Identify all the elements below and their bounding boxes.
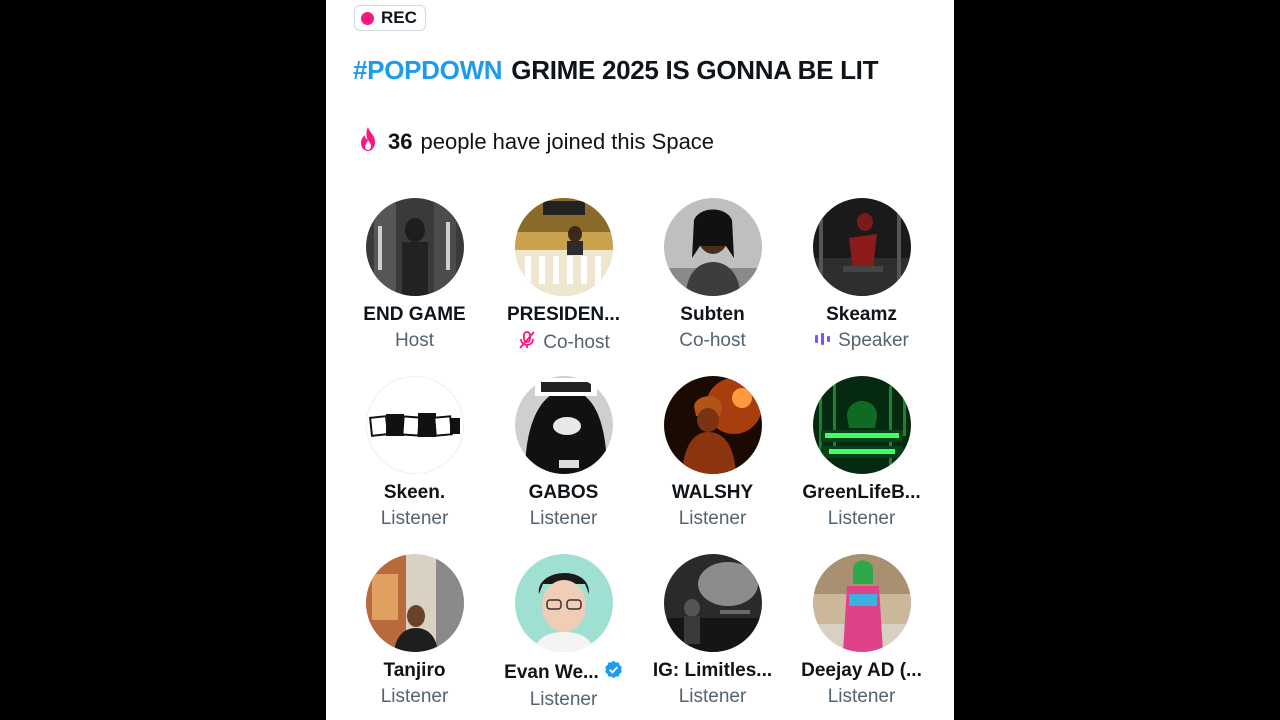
avatar[interactable] bbox=[365, 376, 464, 474]
participant-role: Listener bbox=[380, 686, 449, 707]
participant-card[interactable]: Skeamz Speaker bbox=[787, 198, 936, 352]
participant-name: Deejay AD (... bbox=[801, 660, 922, 681]
recording-badge: REC bbox=[354, 5, 426, 31]
participant-role: Speaker bbox=[787, 330, 936, 352]
avatar[interactable] bbox=[365, 554, 464, 652]
participant-role: Co-host bbox=[679, 330, 746, 351]
participant-role: Listener bbox=[827, 508, 896, 529]
participant-role: Listener bbox=[827, 686, 896, 707]
participant-name: Subten bbox=[680, 304, 745, 325]
participant-card[interactable]: Deejay AD (... Listener bbox=[787, 554, 936, 708]
participant-card[interactable]: Tanjiro Listener bbox=[340, 554, 489, 708]
participant-card[interactable]: Evan We... Listener bbox=[489, 554, 638, 711]
avatar[interactable] bbox=[812, 198, 911, 296]
avatar[interactable] bbox=[812, 376, 911, 474]
participant-role: Listener bbox=[678, 686, 747, 707]
speaking-bars-icon bbox=[814, 330, 832, 352]
avatar[interactable] bbox=[365, 198, 464, 296]
participant-card[interactable]: IG: Limitles... Listener bbox=[638, 554, 787, 708]
participant-card[interactable]: GABOS Listener bbox=[489, 376, 638, 530]
participant-name: Skeamz bbox=[826, 304, 897, 325]
joined-text: people have joined this Space bbox=[420, 129, 715, 154]
participant-card[interactable]: GreenLifeB... Listener bbox=[787, 376, 936, 530]
participant-card[interactable]: Subten Co-host bbox=[638, 198, 787, 352]
participant-name: Tanjiro bbox=[383, 660, 446, 681]
participant-role: Listener bbox=[529, 508, 598, 529]
participant-name: Skeen. bbox=[383, 482, 446, 503]
participant-card[interactable]: Skeen. Listener bbox=[340, 376, 489, 530]
hashtag-link[interactable]: #POPDOWN bbox=[353, 55, 503, 85]
participant-name: WALSHY bbox=[671, 482, 754, 503]
avatar[interactable] bbox=[663, 554, 762, 652]
participant-name: Evan We... bbox=[489, 660, 638, 685]
participant-card[interactable]: END GAME Host bbox=[340, 198, 489, 352]
participant-role: Listener bbox=[529, 689, 598, 710]
space-title-text: GRIME 2025 IS GONNA BE LIT bbox=[511, 55, 879, 85]
participant-role: Listener bbox=[380, 508, 449, 529]
joined-count-row: 36 people have joined this Space bbox=[356, 126, 714, 158]
participant-card[interactable]: WALSHY Listener bbox=[638, 376, 787, 530]
participant-name: GreenLifeB... bbox=[802, 482, 921, 503]
fire-icon bbox=[356, 126, 380, 158]
participant-name: END GAME bbox=[363, 304, 466, 325]
avatar[interactable] bbox=[663, 198, 762, 296]
participant-name: GABOS bbox=[528, 482, 599, 503]
muted-mic-icon bbox=[517, 330, 537, 356]
space-title: #POPDOWN GRIME 2025 IS GONNA BE LIT bbox=[353, 53, 923, 87]
participant-name: PRESIDEN... bbox=[507, 304, 620, 325]
participant-card[interactable]: PRESIDEN... Co-host bbox=[489, 198, 638, 356]
participant-role: Listener bbox=[678, 508, 747, 529]
avatar[interactable] bbox=[514, 198, 613, 296]
avatar[interactable] bbox=[514, 376, 613, 474]
verified-badge-icon bbox=[604, 660, 623, 685]
avatar[interactable] bbox=[812, 554, 911, 652]
participant-role: Host bbox=[394, 330, 435, 351]
participant-name: IG: Limitles... bbox=[652, 660, 773, 681]
recording-label: REC bbox=[381, 8, 417, 27]
avatar[interactable] bbox=[663, 376, 762, 474]
avatar[interactable] bbox=[514, 554, 613, 652]
joined-count: 36 bbox=[388, 129, 413, 154]
record-dot-icon bbox=[361, 11, 374, 25]
participant-role: Co-host bbox=[489, 330, 638, 356]
space-panel: REC #POPDOWN GRIME 2025 IS GONNA BE LIT 3… bbox=[326, 0, 954, 720]
